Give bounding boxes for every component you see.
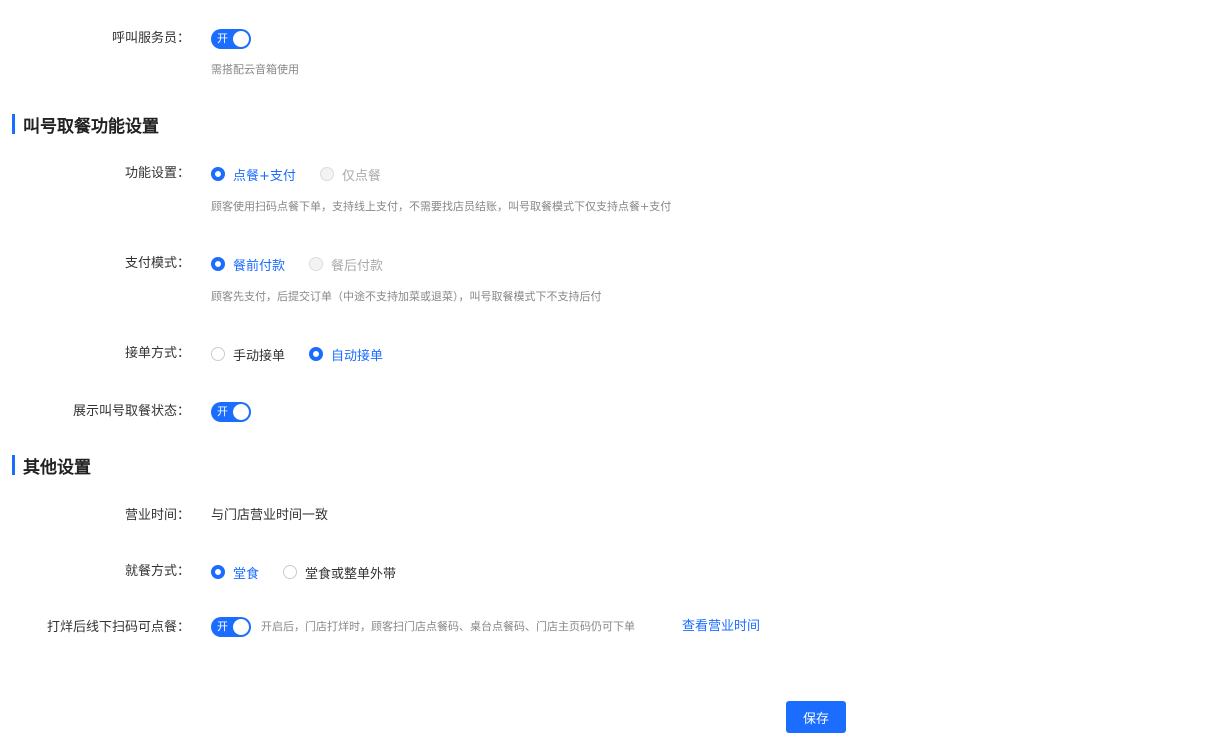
- switch-knob: [233, 404, 249, 420]
- accept-mode-radio-group: 手动接单 自动接单: [211, 345, 407, 364]
- function-setting-radio-group: 点餐+支付 仅点餐: [211, 165, 405, 184]
- radio-auto-accept[interactable]: 自动接单: [309, 345, 383, 364]
- radio-order-and-pay[interactable]: 点餐+支付: [211, 165, 296, 184]
- radio-label: 餐前付款: [233, 258, 286, 274]
- radio-label: 餐后付款: [331, 258, 384, 274]
- accept-mode-label: 接单方式：: [124, 346, 190, 361]
- section-other-settings: 其他设置: [12, 455, 91, 478]
- radio-label: 仅点餐: [341, 168, 381, 184]
- radio-dot: [309, 257, 324, 271]
- switch-on-text: 开: [217, 32, 228, 45]
- radio-dot: [211, 565, 225, 579]
- section-title: 其他设置: [23, 457, 91, 478]
- radio-label: 手动接单: [233, 348, 286, 364]
- business-hours-label: 营业时间：: [124, 508, 190, 523]
- radio-dot: [283, 565, 298, 579]
- save-button[interactable]: 保存: [786, 701, 846, 733]
- offline-scan-hint: 开启后，门店打烊时，顾客扫门店点餐码、桌台点餐码、门店主页码仍可下单: [261, 620, 635, 633]
- call-waiter-label: 呼叫服务员：: [111, 31, 190, 46]
- switch-on-text: 开: [217, 405, 228, 418]
- call-waiter-switch[interactable]: 开: [211, 29, 251, 49]
- radio-label: 堂食或整单外带: [305, 566, 397, 582]
- offline-scan-label: 打烊后线下扫码可点餐：: [46, 620, 190, 635]
- section-call-pickup: 叫号取餐功能设置: [12, 114, 159, 137]
- radio-label: 堂食: [233, 566, 260, 582]
- section-title: 叫号取餐功能设置: [23, 116, 159, 137]
- radio-dot: [211, 167, 225, 181]
- radio-pay-before-meal[interactable]: 餐前付款: [211, 255, 285, 274]
- show-call-status-switch[interactable]: 开: [211, 402, 251, 422]
- radio-dot: [211, 347, 225, 361]
- radio-pay-after-meal[interactable]: 餐后付款: [309, 255, 383, 274]
- section-accent-bar: [12, 114, 15, 134]
- radio-dot: [319, 167, 334, 181]
- switch-on-text: 开: [217, 620, 228, 633]
- pay-mode-label: 支付模式：: [124, 256, 190, 271]
- function-setting-hint: 顾客使用扫码点餐下单，支持线上支付，不需要找店员结账，叫号取餐模式下仅支持点餐+…: [211, 200, 672, 213]
- business-hours-value: 与门店营业时间一致: [211, 508, 329, 523]
- pay-mode-radio-group: 餐前付款 餐后付款: [211, 255, 407, 274]
- dining-mode-label: 就餐方式：: [124, 564, 190, 579]
- offline-scan-switch[interactable]: 开: [211, 617, 251, 637]
- radio-dot: [211, 257, 225, 271]
- radio-label: 点餐+支付: [233, 168, 296, 184]
- radio-dot: [309, 347, 324, 361]
- radio-label: 自动接单: [331, 348, 384, 364]
- radio-manual-accept[interactable]: 手动接单: [211, 345, 285, 364]
- show-call-status-label: 展示叫号取餐状态：: [72, 404, 190, 419]
- section-accent-bar: [12, 455, 15, 475]
- dining-mode-radio-group: 堂食 堂食或整单外带: [211, 563, 420, 582]
- view-business-hours-link[interactable]: 查看营业时间: [682, 618, 760, 636]
- call-waiter-hint: 需搭配云音箱使用: [211, 63, 299, 76]
- radio-dine-in[interactable]: 堂食: [211, 563, 259, 582]
- radio-order-only[interactable]: 仅点餐: [319, 165, 381, 184]
- function-setting-label: 功能设置：: [124, 166, 190, 181]
- switch-knob: [233, 31, 249, 47]
- radio-dine-in-or-takeaway[interactable]: 堂食或整单外带: [283, 563, 396, 582]
- pay-mode-hint: 顾客先支付，后提交订单（中途不支持加菜或退菜），叫号取餐模式下不支持后付: [211, 290, 602, 303]
- switch-knob: [233, 619, 249, 635]
